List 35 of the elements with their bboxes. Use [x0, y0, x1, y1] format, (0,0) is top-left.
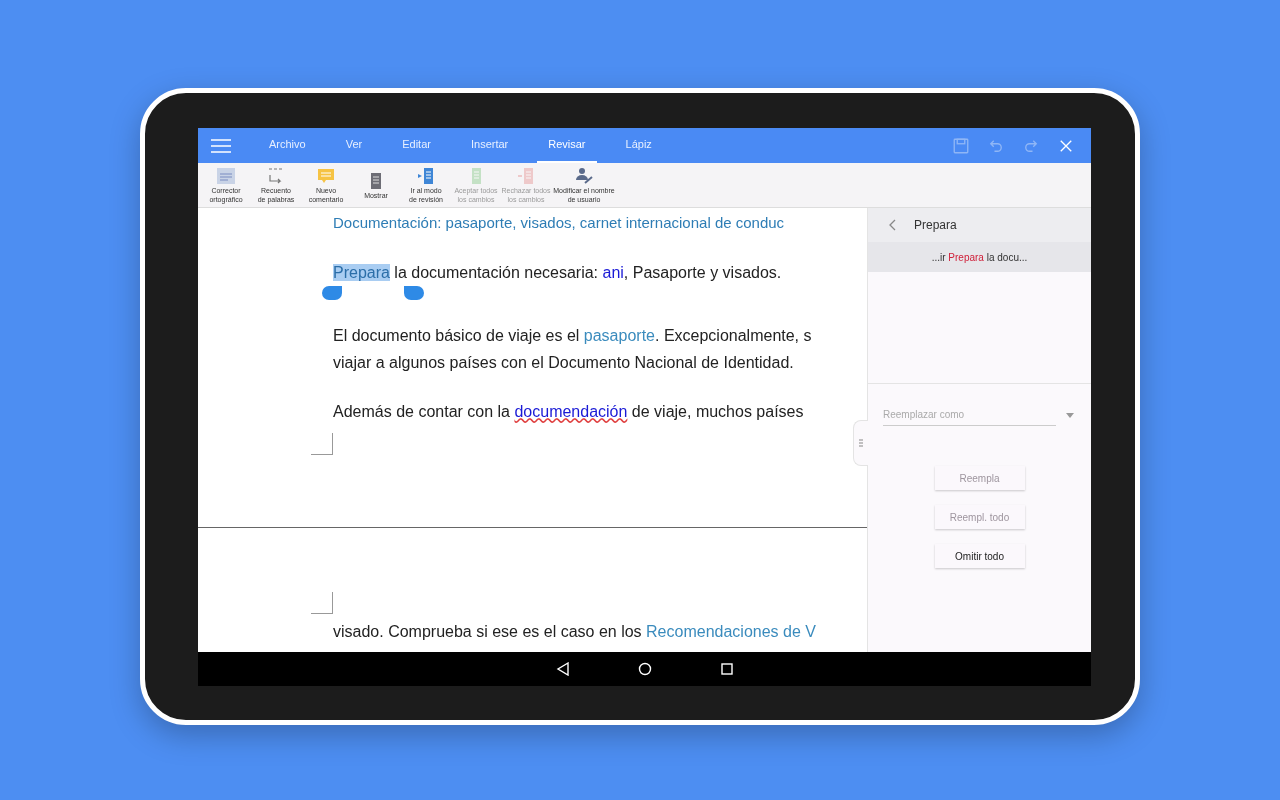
paragraph-line: visado. Comprueba si ese es el caso en los Recomendaciones de V — [332, 622, 817, 642]
misspelled-word: documendación — [514, 402, 628, 420]
panel-title: Prepara — [914, 217, 957, 234]
grip-icon — [859, 439, 863, 447]
recents-icon[interactable] — [719, 662, 734, 676]
menu-tab[interactable]: Editar — [391, 128, 442, 163]
menu-tab[interactable]: Archivo — [258, 128, 317, 163]
dropdown-caret-icon[interactable] — [1066, 412, 1074, 418]
paragraph-line: Además de contar con la documendación de viaje, muchos países — [333, 401, 805, 422]
margin-corner-mark — [311, 592, 333, 614]
context-snippet: ...ir Prepara la docu... — [868, 242, 1091, 272]
replace-field[interactable]: Reemplazar como — [883, 404, 1056, 426]
menu-tab[interactable]: Lápiz — [614, 128, 663, 163]
panel-button[interactable]: Omitir todo — [934, 544, 1025, 568]
home-icon[interactable] — [637, 662, 652, 676]
spellcheck-icon — [216, 166, 236, 186]
selection-handle[interactable] — [404, 285, 424, 300]
paragraph-line: El documento básico de viaje es el pasaporte. Excepcionalmente, s — [333, 325, 813, 346]
review-icon — [416, 166, 436, 186]
margin-corner-mark — [311, 432, 333, 455]
hyperlink[interactable]: Recomendaciones de V — [646, 623, 816, 640]
menu-icon[interactable] — [211, 138, 231, 153]
selected-word: Prepara — [333, 263, 390, 281]
hyperlink[interactable]: pasaporte — [583, 326, 655, 344]
back-icon[interactable] — [555, 662, 570, 676]
menu-tab[interactable]: Ver — [334, 128, 374, 163]
user-edit-icon — [574, 166, 594, 186]
document-heading: Documentación: pasaporte, visados, carnet internacional de conduc — [332, 213, 786, 233]
selection-handle[interactable] — [322, 285, 342, 300]
link-word: ani — [602, 263, 624, 281]
panel-resize-handle[interactable] — [853, 420, 868, 466]
paragraph-line: viajar a algunos países con el Documento Nacional de Identidad. — [333, 352, 795, 373]
menu-tab[interactable]: Insertar — [459, 128, 520, 163]
paragraph-line: Prepara la documentación necesaria: ani, Pasaporte y visados. — [333, 262, 783, 283]
reject-icon — [516, 166, 536, 186]
